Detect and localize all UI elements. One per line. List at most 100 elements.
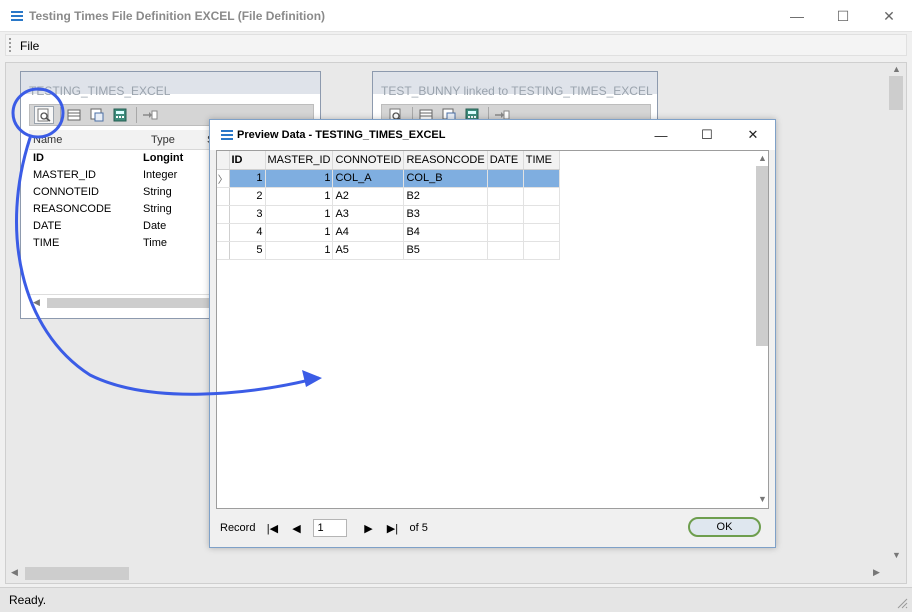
table-row[interactable]: 〉 1 1 COL_A COL_B bbox=[217, 169, 560, 188]
scroll-left-icon[interactable]: ◀ bbox=[33, 297, 40, 308]
cell-reasoncode[interactable]: COL_B bbox=[403, 169, 488, 188]
cell-connoteid[interactable]: A3 bbox=[332, 205, 405, 224]
scroll-up-icon[interactable]: ▲ bbox=[758, 153, 767, 163]
cell-date[interactable] bbox=[487, 241, 524, 260]
cell-time[interactable] bbox=[523, 223, 560, 242]
record-label: Record bbox=[220, 522, 256, 534]
table-properties-icon[interactable] bbox=[87, 106, 107, 124]
cell-connoteid[interactable]: A4 bbox=[332, 223, 405, 242]
data-table: ID MASTER_ID CONNOTEID REASONCODE DATE T… bbox=[217, 151, 560, 260]
field-type: Date bbox=[143, 220, 167, 232]
menu-grip bbox=[9, 38, 11, 52]
app-icon bbox=[11, 11, 23, 21]
panel-title: TEST_BUNNY linked to TESTING_TIMES_EXCEL bbox=[381, 84, 653, 98]
cell-id[interactable]: 5 bbox=[229, 241, 266, 260]
dialog-maximize-button[interactable]: ☐ bbox=[684, 120, 730, 150]
grid-vertical-scrollbar[interactable]: ▲ ▼ bbox=[754, 151, 768, 508]
canvas-horizontal-scrollbar[interactable]: ◀ ▶ bbox=[5, 563, 887, 583]
cell-master-id[interactable]: 1 bbox=[265, 187, 334, 206]
cell-connoteid[interactable]: A5 bbox=[332, 241, 405, 260]
cell-id[interactable]: 4 bbox=[229, 223, 266, 242]
cell-connoteid[interactable]: A2 bbox=[332, 187, 405, 206]
next-record-icon[interactable]: ▶ bbox=[361, 522, 375, 535]
row-indicator bbox=[217, 223, 230, 242]
cell-master-id[interactable]: 1 bbox=[265, 223, 334, 242]
scroll-left-icon[interactable]: ◀ bbox=[11, 567, 18, 578]
cell-time[interactable] bbox=[523, 187, 560, 206]
column-header-reasoncode[interactable]: REASONCODE bbox=[403, 151, 488, 170]
scroll-thumb[interactable] bbox=[25, 567, 129, 580]
preview-grid: ID MASTER_ID CONNOTEID REASONCODE DATE T… bbox=[216, 150, 769, 509]
record-number-input[interactable]: 1 bbox=[313, 519, 348, 537]
column-header-name[interactable]: Name bbox=[33, 134, 62, 146]
dialog-app-icon bbox=[221, 130, 233, 140]
field-name: TIME bbox=[33, 237, 60, 249]
scroll-thumb[interactable] bbox=[889, 76, 903, 110]
ok-button[interactable]: OK bbox=[688, 517, 761, 537]
cell-master-id[interactable]: 1 bbox=[265, 205, 334, 224]
cell-connoteid[interactable]: COL_A bbox=[332, 169, 405, 188]
dialog-minimize-button[interactable]: — bbox=[638, 120, 684, 150]
first-record-icon[interactable]: |◀ bbox=[265, 522, 279, 535]
cell-date[interactable] bbox=[487, 205, 524, 224]
scroll-up-icon[interactable]: ▲ bbox=[892, 64, 901, 74]
row-indicator bbox=[217, 187, 230, 206]
row-indicator bbox=[217, 205, 230, 224]
previous-record-icon[interactable]: ◀ bbox=[289, 522, 303, 535]
cell-reasoncode[interactable]: B4 bbox=[403, 223, 488, 242]
header-row: ID MASTER_ID CONNOTEID REASONCODE DATE T… bbox=[217, 151, 560, 170]
scroll-down-icon[interactable]: ▼ bbox=[892, 550, 901, 560]
cell-id[interactable]: 3 bbox=[229, 205, 266, 224]
cell-reasoncode[interactable]: B5 bbox=[403, 241, 488, 260]
table-row[interactable]: 4 1 A4 B4 bbox=[217, 223, 560, 242]
close-button[interactable]: ✕ bbox=[866, 0, 912, 32]
table-row[interactable]: 2 1 A2 B2 bbox=[217, 187, 560, 206]
cell-time[interactable] bbox=[523, 241, 560, 260]
scroll-right-icon[interactable]: ▶ bbox=[873, 567, 880, 578]
panel-title: TESTING_TIMES_EXCEL bbox=[29, 84, 171, 98]
minimize-button[interactable]: — bbox=[774, 0, 820, 32]
cell-time[interactable] bbox=[523, 205, 560, 224]
status-text: Ready. bbox=[9, 593, 47, 607]
field-name: CONNOTEID bbox=[33, 186, 99, 198]
cell-master-id[interactable]: 1 bbox=[265, 169, 334, 188]
panel-horizontal-scrollbar[interactable]: ◀ bbox=[29, 294, 217, 310]
status-bar: Ready. bbox=[0, 587, 912, 612]
maximize-button[interactable]: ☐ bbox=[820, 0, 866, 32]
column-header-time[interactable]: TIME bbox=[523, 151, 560, 170]
field-name: DATE bbox=[33, 220, 62, 232]
table-row[interactable]: 3 1 A3 B3 bbox=[217, 205, 560, 224]
column-header-master-id[interactable]: MASTER_ID bbox=[265, 151, 334, 170]
cell-master-id[interactable]: 1 bbox=[265, 241, 334, 260]
cell-reasoncode[interactable]: B3 bbox=[403, 205, 488, 224]
preview-data-icon[interactable] bbox=[34, 106, 54, 124]
scroll-down-icon[interactable]: ▼ bbox=[758, 494, 767, 504]
dialog-close-button[interactable]: ✕ bbox=[730, 120, 776, 150]
table-row[interactable]: 5 1 A5 B5 bbox=[217, 241, 560, 260]
column-header-type[interactable]: Type bbox=[151, 134, 175, 146]
cell-id[interactable]: 1 bbox=[229, 169, 266, 188]
cell-reasoncode[interactable]: B2 bbox=[403, 187, 488, 206]
cell-id[interactable]: 2 bbox=[229, 187, 266, 206]
menu-file[interactable]: File bbox=[20, 39, 39, 53]
cell-date[interactable] bbox=[487, 223, 524, 242]
link-arrow-icon[interactable] bbox=[140, 106, 160, 124]
cell-date[interactable] bbox=[487, 169, 524, 188]
preview-data-dialog: Preview Data - TESTING_TIMES_EXCEL — ☐ ✕… bbox=[209, 119, 776, 548]
scroll-thumb[interactable] bbox=[47, 298, 217, 308]
row-indicator bbox=[217, 241, 230, 260]
cell-time[interactable] bbox=[523, 169, 560, 188]
column-header-connoteid[interactable]: CONNOTEID bbox=[332, 151, 405, 170]
cell-date[interactable] bbox=[487, 187, 524, 206]
column-header-id[interactable]: ID bbox=[229, 151, 266, 170]
canvas-vertical-scrollbar[interactable]: ▲ ▼ bbox=[887, 62, 905, 562]
title-bar: Testing Times File Definition EXCEL (Fil… bbox=[0, 0, 912, 32]
resize-grip-icon[interactable] bbox=[896, 597, 908, 609]
calculator-icon[interactable] bbox=[110, 106, 130, 124]
table-icon[interactable] bbox=[64, 106, 84, 124]
column-header-date[interactable]: DATE bbox=[487, 151, 524, 170]
menu-bar: File bbox=[5, 34, 907, 56]
last-record-icon[interactable]: ▶| bbox=[385, 522, 399, 535]
toolbar-separator bbox=[60, 107, 61, 123]
scroll-thumb[interactable] bbox=[756, 166, 768, 346]
